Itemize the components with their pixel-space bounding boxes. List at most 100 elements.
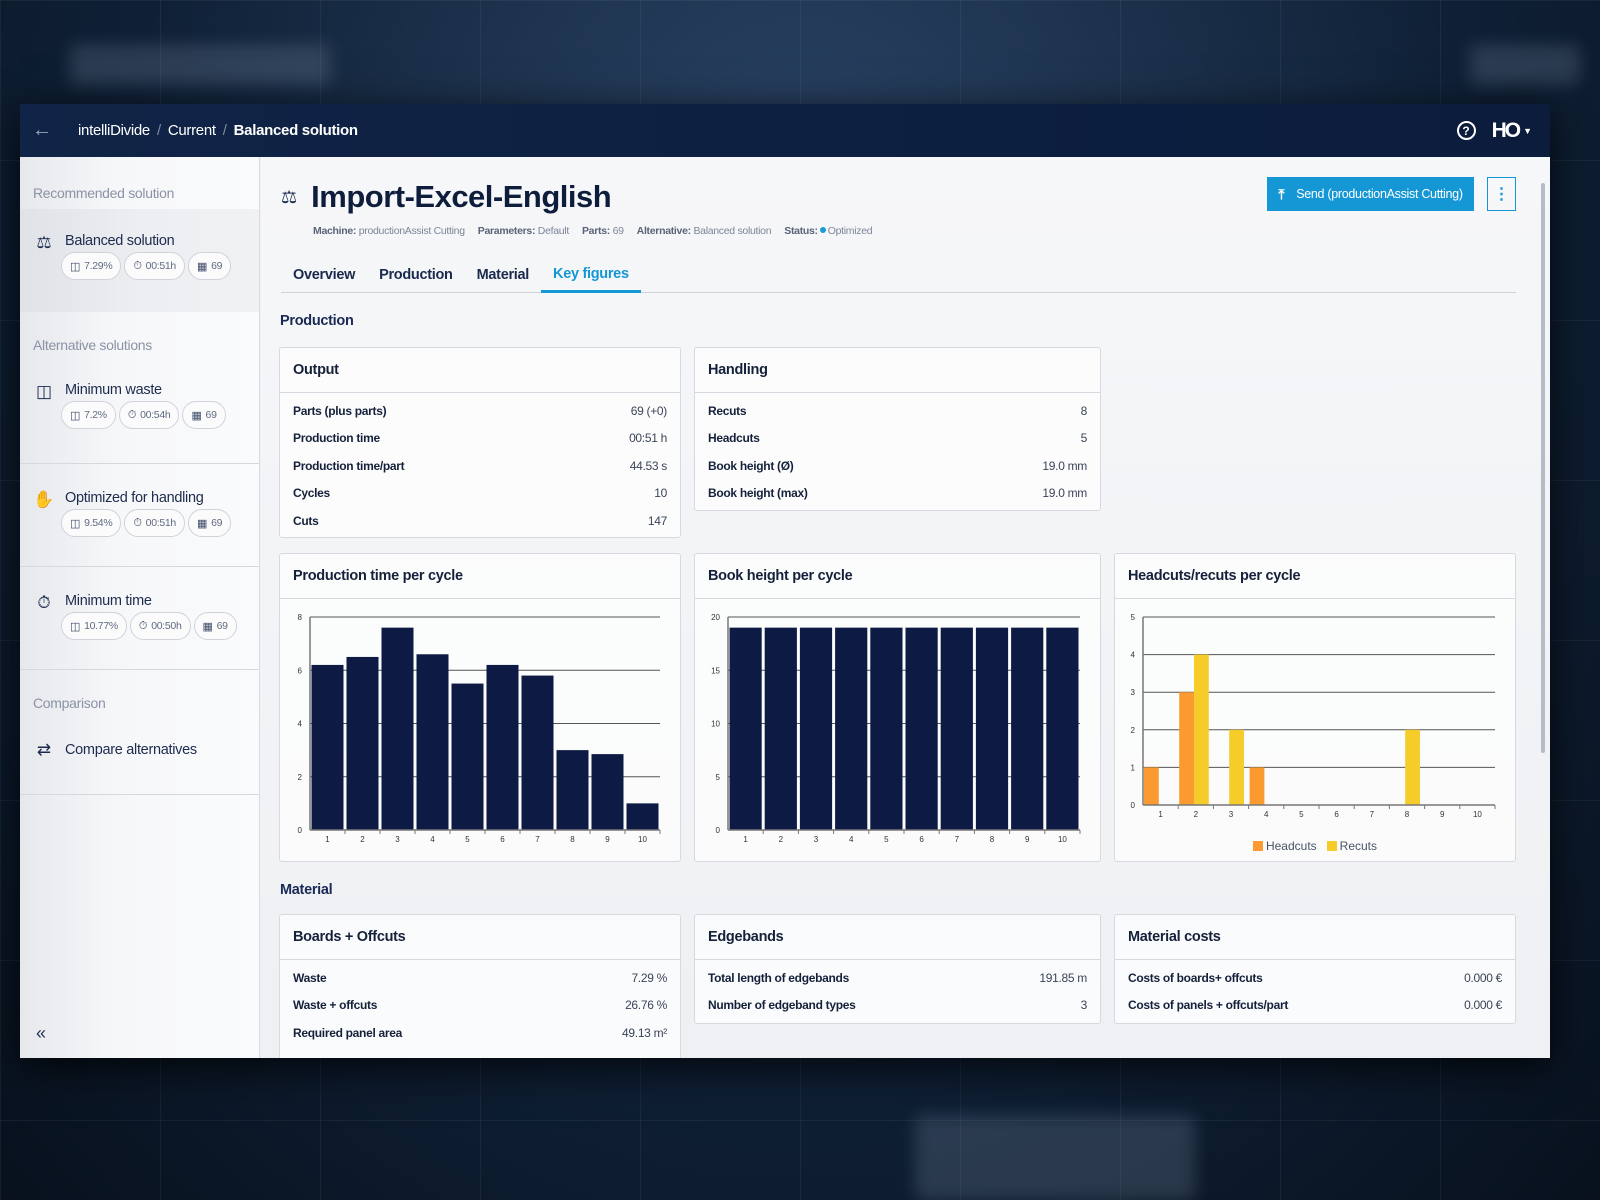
user-menu-logo[interactable]: HO ▼ (1492, 119, 1532, 143)
handling-rows: Recuts 8 Headcuts 5 Book height (Ø) 19.0 mm Bo… (695, 393, 1100, 507)
more-options-button[interactable]: ⋮ (1487, 177, 1516, 211)
bar (1046, 627, 1079, 830)
kv-label: Book height (Ø) (708, 458, 794, 473)
material-costs-card: Material costs Costs of boards+ offcuts 0… (1114, 914, 1516, 1024)
y-tick-label: 4 (1131, 651, 1136, 660)
breadcrumb-current[interactable]: Current (168, 122, 216, 139)
meta-value: productionAssist Cutting (358, 225, 465, 237)
parts-chip: ▦ 69 (187, 509, 232, 537)
kv-value: 19.0 mm (1042, 458, 1087, 473)
comparison-group: Comparison ⇄ Compare alternatives (20, 670, 259, 795)
send-button-label: Send (productionAssist Cutting) (1296, 187, 1463, 201)
x-tick-label: 8 (570, 835, 575, 844)
kv-label: Cycles (293, 486, 330, 501)
legend-headcuts[interactable]: Headcuts (1252, 839, 1317, 853)
edgebands-rows: Total length of edgebands 191.85 m Number … (695, 960, 1100, 1019)
top-bar: ← intelliDivide / Current / Balanced sol… (20, 104, 1550, 157)
y-tick-label: 15 (711, 666, 720, 675)
kv-label: Waste + offcuts (293, 998, 378, 1013)
legend-label: Headcuts (1265, 839, 1317, 853)
solution-name: Optimized for handling (65, 490, 204, 506)
bar (905, 627, 938, 830)
x-tick-label: 3 (395, 835, 400, 844)
kv-value: 8 (1080, 403, 1088, 418)
recommended-solution-heading: Recommended solution (33, 185, 175, 201)
bar (381, 627, 414, 830)
kv-row: Required panel area 49.13 m² (280, 1019, 680, 1047)
y-tick-label: 1 (1131, 763, 1136, 772)
x-tick-label: 10 (1058, 835, 1067, 844)
chevron-down-icon: ▼ (1523, 125, 1532, 136)
kv-label: Production time/part (293, 458, 405, 473)
legend-recuts[interactable]: Recuts (1326, 839, 1377, 853)
kv-row: Cycles 10 (280, 480, 680, 508)
balance-scale-icon: ⚖ (281, 186, 298, 207)
tab-overview[interactable]: Overview (281, 257, 367, 293)
x-tick-label: 6 (1334, 810, 1339, 819)
alternative-group-3: ⏱ Minimum time ◫ 10.77% ⏱ 00:50h ▦ 69 (20, 567, 259, 670)
job-meta: Machine: productionAssist Cutting Parame… (313, 225, 873, 237)
breadcrumb-intellidivide[interactable]: intelliDivide (78, 122, 150, 139)
tab-material[interactable]: Material (465, 257, 541, 293)
sidebar-item-balanced-solution[interactable]: ⚖ Balanced solution ◫ 7.29% ⏱ 00:51h ▦ 69 (20, 209, 259, 312)
breadcrumb-separator: / (222, 122, 227, 139)
sidebar-item-compare-alternatives[interactable]: ⇄ Compare alternatives (20, 730, 259, 770)
x-tick-label: 4 (1264, 810, 1269, 819)
send-button[interactable]: ⤒ Send (productionAssist Cutting) (1267, 177, 1474, 211)
bar (451, 683, 484, 830)
tab-key-figures[interactable]: Key figures (541, 257, 641, 293)
time-chip: ⏱ 00:50h (129, 612, 191, 640)
kv-row: Book height (max) 19.0 mm (695, 480, 1100, 508)
waste-chip: ◫ 10.77% (61, 612, 127, 640)
material-section-title: Material (280, 882, 333, 898)
kv-row: Number of edgeband types 3 (695, 992, 1100, 1020)
waste-bin-icon: ◫ (70, 620, 81, 633)
vertical-scrollbar[interactable] (1541, 183, 1545, 753)
bar-headcuts (1249, 767, 1265, 805)
parts-chip: ▦ 69 (193, 612, 237, 640)
x-tick-label: 1 (1158, 810, 1163, 819)
y-tick-label: 2 (1131, 726, 1136, 735)
x-tick-label: 8 (1405, 810, 1410, 819)
time-value: 00:54h (140, 409, 171, 421)
alternative-group-2: ✋ Optimized for handling ◫ 9.54% ⏱ 00:51h … (20, 464, 259, 567)
kv-value: 00:51 h (629, 431, 667, 446)
y-tick-label: 0 (298, 826, 303, 835)
help-circle-icon[interactable]: ? (1456, 121, 1476, 140)
kv-value: 26.76 % (625, 998, 667, 1013)
x-tick-label: 2 (1194, 810, 1199, 819)
waste-value: 9.54% (84, 517, 113, 529)
x-tick-label: 4 (430, 835, 435, 844)
sidebar-item-optimized-for-handling[interactable]: ✋ Optimized for handling ◫ 9.54% ⏱ 00:51h … (20, 464, 259, 566)
kv-row: Costs of panels + offcuts/part 0.000 € (1115, 992, 1515, 1020)
compare-arrows-icon: ⇄ (36, 740, 52, 759)
chart-title: Book height per cycle (695, 554, 1100, 599)
stopwatch-icon: ⏱ (133, 516, 142, 529)
x-tick-label: 5 (884, 835, 889, 844)
book-height-chart-card: Book height per cycle 0 5 10 15 20 1 2 3 4 5 6 7 8 9 1… (694, 553, 1101, 862)
bar-recuts (1405, 729, 1420, 805)
kv-row: Waste + offcuts 26.76 % (280, 992, 680, 1020)
bar (416, 654, 449, 830)
status-badge: Optimized (827, 225, 873, 237)
compare-label: Compare alternatives (65, 742, 197, 758)
kv-value: 44.53 s (629, 458, 668, 473)
solution-name: Minimum time (65, 593, 152, 609)
bar (835, 627, 868, 830)
meta-status: Status: Optimized (784, 225, 872, 237)
bar-recuts (1193, 654, 1209, 805)
sidebar-item-minimum-time[interactable]: ⏱ Minimum time ◫ 10.77% ⏱ 00:50h ▦ 69 (20, 567, 259, 669)
upload-arrow-icon: ⤒ (1278, 185, 1285, 202)
kv-value: 5 (1080, 431, 1088, 446)
sidebar-item-minimum-waste[interactable]: ◫ Minimum waste ◫ 7.2% ⏱ 00:54h ▦ 69 (20, 382, 259, 462)
y-tick-label: 5 (716, 773, 721, 782)
page-title: Import-Excel-English (311, 179, 612, 214)
back-arrow-icon[interactable]: ← (20, 119, 64, 142)
double-chevron-left-icon[interactable]: « (36, 1023, 46, 1044)
bar (764, 627, 797, 830)
kv-label: Production time (293, 431, 380, 446)
x-tick-label: 10 (1473, 810, 1482, 819)
tab-production[interactable]: Production (367, 257, 465, 293)
breadcrumb-balanced-solution: Balanced solution (233, 122, 358, 139)
meta-label: Status: (784, 225, 818, 237)
